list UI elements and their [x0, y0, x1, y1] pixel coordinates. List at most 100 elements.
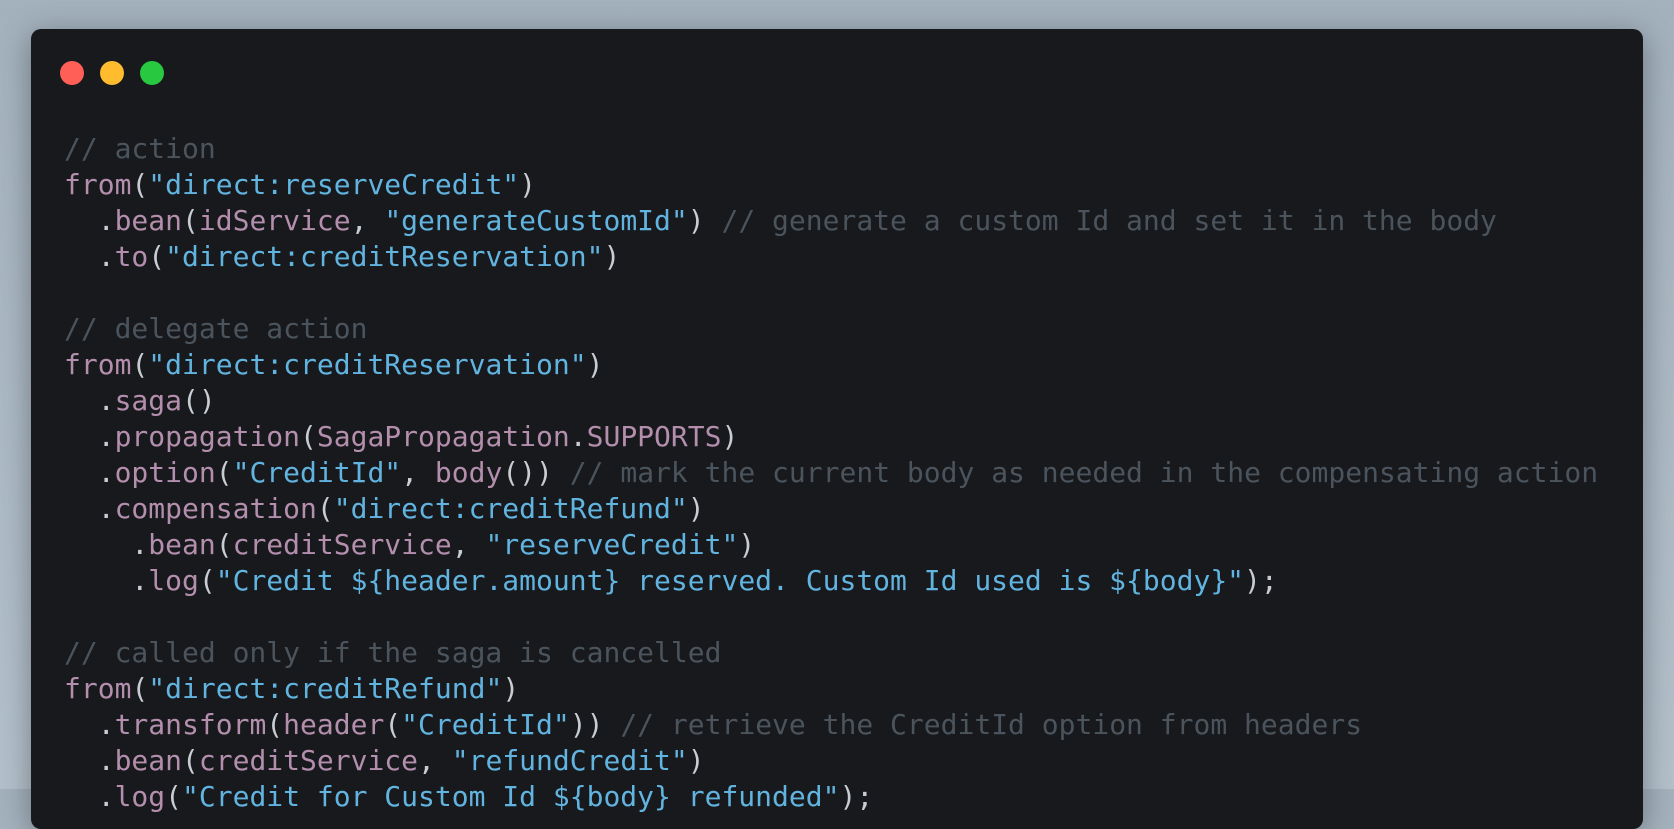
code-token-punct: . — [64, 708, 115, 741]
code-token-str: "direct:reserveCredit" — [148, 168, 520, 201]
code-token-id: SUPPORTS — [586, 420, 722, 453]
code-token-str: "direct:creditReservation" — [165, 240, 604, 273]
code-token-fn: bean — [114, 204, 183, 237]
code-token-punct: ( — [131, 672, 149, 705]
code-token-punct: ) — [603, 240, 621, 273]
code-token-str: "generateCustomId" — [384, 204, 688, 237]
code-token-punct: ) — [519, 168, 537, 201]
code-token-str: "refundCredit" — [451, 744, 688, 777]
code-token-comment: // retrieve the CreditId option from hea… — [620, 708, 1363, 741]
code-token-comment: // mark the current body as needed in th… — [569, 456, 1599, 489]
code-token-fn: bean — [114, 744, 183, 777]
code-token-str: "direct:creditReservation" — [148, 348, 587, 381]
code-token-punct: . — [64, 492, 115, 525]
code-token-punct: . — [64, 564, 149, 597]
code-line: from("direct:creditReservation") — [64, 347, 1598, 383]
code-token-punct: ); — [1244, 564, 1278, 597]
code-line: .option("CreditId", body()) // mark the … — [64, 455, 1598, 491]
code-token-punct: ( — [215, 528, 233, 561]
code-token-fn: compensation — [114, 492, 317, 525]
code-token-punct: ( — [182, 744, 199, 777]
code-token-punct: ( — [316, 492, 334, 525]
code-token-punct: . — [64, 204, 115, 237]
code-token-punct: ) — [738, 528, 756, 561]
code-line: .propagation(SagaPropagation.SUPPORTS) — [64, 419, 1598, 455]
code-token-fn: log — [148, 564, 199, 597]
code-token-id: SagaPropagation — [316, 420, 570, 453]
code-token-comment: // generate a custom Id and set it in th… — [721, 204, 1497, 237]
code-token-fn: propagation — [114, 420, 301, 453]
code-token-fn: from — [64, 348, 132, 381]
code-token-punct: ( — [215, 456, 233, 489]
code-token-id: creditService — [232, 528, 452, 561]
code-token-str: "CreditId" — [401, 708, 570, 741]
code-token-punct: ) — [721, 420, 739, 453]
code-line: .log("Credit ${header.amount} reserved. … — [64, 563, 1598, 599]
code-token-fn: bean — [148, 528, 216, 561]
code-token-punct: ( — [131, 348, 149, 381]
code-token-punct: . — [64, 240, 115, 273]
code-line: .bean(creditService, "refundCredit") — [64, 743, 1598, 779]
code-token-punct: ( — [148, 240, 166, 273]
code-token-fn: body — [434, 456, 503, 489]
code-line: // called only if the saga is cancelled — [64, 635, 1598, 671]
code-token-punct: ( — [384, 708, 402, 741]
code-token-punct: , — [401, 456, 435, 489]
code-token-punct: , — [451, 528, 486, 561]
code-token-str: "direct:creditRefund" — [333, 492, 688, 525]
code-window: // action from("direct:reserveCredit") .b… — [31, 29, 1643, 829]
code-token-punct: ) — [687, 492, 705, 525]
code-token-punct: () — [182, 384, 216, 417]
code-token-fn: option — [114, 456, 216, 489]
code-token-punct: . — [64, 528, 149, 561]
code-line: .to("direct:creditReservation") — [64, 239, 1598, 275]
code-token-punct: . — [64, 456, 115, 489]
code-token-str: "direct:creditRefund" — [148, 672, 503, 705]
code-token-punct: , — [418, 744, 452, 777]
code-token-punct: ( — [198, 564, 216, 597]
minimize-button[interactable] — [100, 61, 124, 85]
code-token-comment: // delegate action — [64, 312, 368, 345]
code-line: .bean(creditService, "reserveCredit") — [64, 527, 1598, 563]
code-token-comment: // action — [64, 132, 216, 165]
code-token-str: "CreditId" — [232, 456, 402, 489]
code-token-punct: ); — [839, 780, 874, 813]
code-token-str: "Credit ${header.amount} reserved. Custo… — [215, 564, 1245, 597]
code-token-punct: ) — [502, 672, 520, 705]
code-token-punct: . — [569, 420, 587, 453]
code-token-punct: ()) — [502, 456, 570, 489]
code-token-id: idService — [198, 204, 351, 237]
code-token-punct: ) — [687, 744, 705, 777]
code-token-punct: ( — [266, 708, 284, 741]
code-line: .compensation("direct:creditRefund") — [64, 491, 1598, 527]
code-line: // action — [64, 131, 1598, 167]
code-token-punct: . — [64, 744, 115, 777]
code-block: // action from("direct:reserveCredit") .b… — [64, 131, 1598, 815]
code-line: // delegate action — [64, 311, 1598, 347]
code-token-fn: to — [114, 240, 149, 273]
code-token-fn: transform — [114, 708, 267, 741]
code-token-punct: . — [64, 384, 115, 417]
code-token-punct: ( — [300, 420, 317, 453]
code-token-punct: ) — [687, 204, 722, 237]
code-token-fn: log — [114, 780, 166, 813]
maximize-button[interactable] — [140, 61, 164, 85]
code-line: .transform(header("CreditId")) // retrie… — [64, 707, 1598, 743]
code-token-punct: . — [64, 420, 115, 453]
code-line: .bean(idService, "generateCustomId") // … — [64, 203, 1598, 239]
code-line: .saga() — [64, 383, 1598, 419]
code-line: from("direct:reserveCredit") — [64, 167, 1598, 203]
window-controls — [60, 61, 164, 85]
code-token-punct: . — [64, 780, 115, 813]
code-token-fn: from — [64, 168, 132, 201]
code-token-fn: from — [64, 672, 132, 705]
code-line: .log("Credit for Custom Id ${body} refun… — [64, 779, 1598, 815]
code-token-punct: )) — [569, 708, 621, 741]
code-line: from("direct:creditRefund") — [64, 671, 1598, 707]
close-button[interactable] — [60, 61, 84, 85]
code-token-str: "reserveCredit" — [485, 528, 739, 561]
code-token-punct: ( — [182, 204, 199, 237]
code-token-punct: , — [350, 204, 385, 237]
